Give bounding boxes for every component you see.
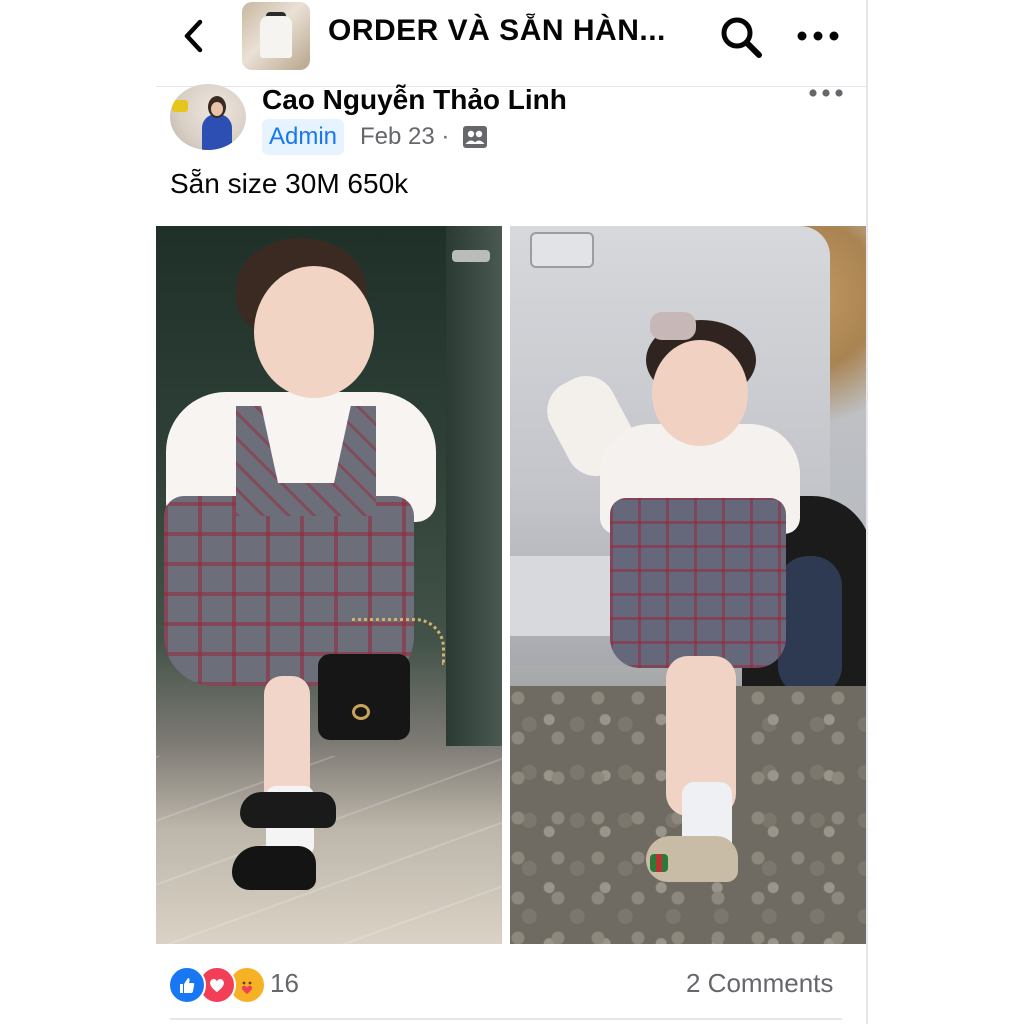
more-horizontal-icon [809,89,843,97]
admin-badge: Admin [262,119,345,155]
post-date[interactable]: Feb 23 · [360,120,449,154]
post-photo-2[interactable] [510,226,866,944]
post-more-button[interactable] [808,84,844,102]
right-gutter [866,0,1024,1024]
search-icon [721,17,762,58]
more-horizontal-icon [797,31,839,41]
post-photo-1[interactable] [156,226,502,944]
group-thumbnail[interactable] [242,2,310,70]
footer-divider [170,1018,842,1020]
post-text: Sẵn size 30M 650k [170,168,409,199]
group-title[interactable]: ORDER VÀ SẴN HÀN... [328,14,666,48]
back-button[interactable] [176,14,212,58]
chevron-left-icon [184,19,203,53]
header-more-button[interactable] [796,24,840,48]
reactions-summary[interactable] [168,966,266,1004]
author-name[interactable]: Cao Nguyễn Thảo Linh [262,84,567,116]
search-button[interactable] [718,14,764,60]
author-avatar[interactable] [170,84,246,150]
reaction-count[interactable]: 16 [270,968,299,999]
like-reaction-icon [168,966,206,1004]
audience-indicator [462,125,488,149]
comments-link[interactable]: 2 Comments [686,968,833,999]
group-members-icon [463,126,487,148]
